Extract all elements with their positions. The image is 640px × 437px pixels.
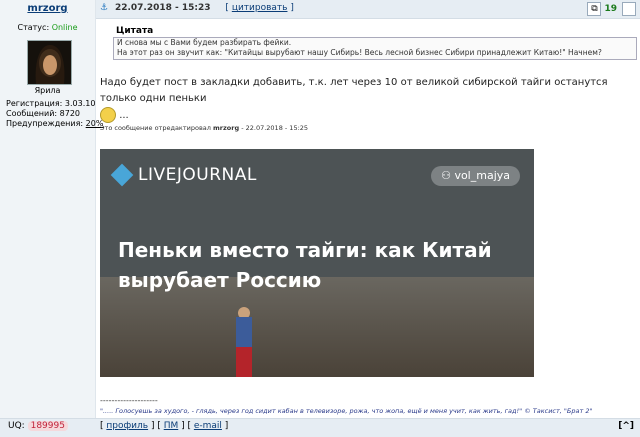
livejournal-logo-text: LIVEJOURNAL <box>138 165 257 185</box>
select-post-checkbox[interactable] <box>622 2 636 16</box>
post-footer-bar <box>0 418 640 437</box>
livejournal-pen-icon <box>110 163 134 187</box>
copy-icon[interactable]: ⧉ <box>587 2 602 16</box>
uq-value[interactable]: 189995 <box>27 421 68 431</box>
edited-prefix: Это сообщение отредактировал <box>100 124 211 132</box>
edited-note: Это сообщение отредактировал mrzorg - 22… <box>100 124 308 132</box>
anchor-icon[interactable]: ⚓ <box>100 3 108 13</box>
post-image[interactable]: LIVEJOURNAL ⚇ vol_majya Пеньки вместо та… <box>100 149 534 377</box>
uq-rating: UQ: 189995 <box>8 421 68 431</box>
edited-user: mrzorg <box>213 124 240 132</box>
user-icon: ⚇ <box>441 169 451 182</box>
post-date: 22.07.2018 - 15:23 <box>114 3 211 13</box>
post-ellipsis: ... <box>119 110 129 121</box>
quote-line-1: И снова мы с Вами будем разбирать фейки. <box>117 38 292 47</box>
image-headline: Пеньки вместо тайги: как Китай вырубает … <box>118 238 492 292</box>
pm-link[interactable]: ПМ <box>164 421 179 431</box>
post-footer-links: [ профиль ] [ ПМ ] [ e-mail ] <box>100 421 229 431</box>
msgs-value: 8720 <box>59 109 80 118</box>
author-status: Статус: Online <box>0 23 95 32</box>
post-body: Надо будет пост в закладки добавить, т.к… <box>100 77 608 104</box>
avatar[interactable] <box>27 40 72 85</box>
uq-label: UQ: <box>8 421 25 431</box>
author-stats: Регистрация: 3.03.10 Сообщений: 8720 Пре… <box>6 99 103 129</box>
signature: "..... Голосуешь за худого, - глядь, чер… <box>100 407 593 415</box>
cite-bracket-open: [ <box>225 3 229 13</box>
livejournal-logo: LIVEJOURNAL <box>110 163 257 187</box>
image-person <box>230 307 258 377</box>
quote-block: И снова мы с Вами будем разбирать фейки.… <box>113 37 637 60</box>
cite-button[interactable]: [ цитировать ] <box>225 3 293 13</box>
author-name-link[interactable]: mrzorg <box>0 3 95 14</box>
reg-label: Регистрация: <box>6 99 63 108</box>
to-top-button[interactable]: [^] <box>618 421 634 431</box>
cite-bracket-close: ] <box>290 3 294 13</box>
profile-link[interactable]: профиль <box>106 421 148 431</box>
reg-value: 3.03.10 <box>64 99 96 108</box>
edited-date: - 22.07.2018 - 15:25 <box>241 124 309 132</box>
post-number[interactable]: 19 <box>604 4 617 14</box>
warn-label: Предупреждения: <box>6 119 84 128</box>
post-text: Надо будет пост в закладки добавить, т.к… <box>100 75 635 124</box>
post-header-bar <box>0 0 640 19</box>
status-label: Статус: <box>17 23 50 32</box>
post-header-icons: ⧉ 19 <box>587 2 636 16</box>
email-link[interactable]: e-mail <box>194 421 222 431</box>
quote-line-2: На этот раз он звучит как: "Китайцы выру… <box>117 48 602 57</box>
lj-user-name: vol_majya <box>454 169 510 182</box>
msgs-label: Сообщений: <box>6 109 58 118</box>
thinking-smiley-icon <box>100 107 116 123</box>
status-value: Online <box>51 23 78 32</box>
lj-user-tag: ⚇ vol_majya <box>431 166 520 186</box>
post-meta: ⚓ 22.07.2018 - 15:23 [ цитировать ] <box>100 3 294 13</box>
cite-link[interactable]: цитировать <box>232 3 288 13</box>
quote-title: Цитата <box>116 26 154 36</box>
author-rank: Ярила <box>34 86 61 95</box>
signature-divider: -------------------- <box>100 396 158 405</box>
